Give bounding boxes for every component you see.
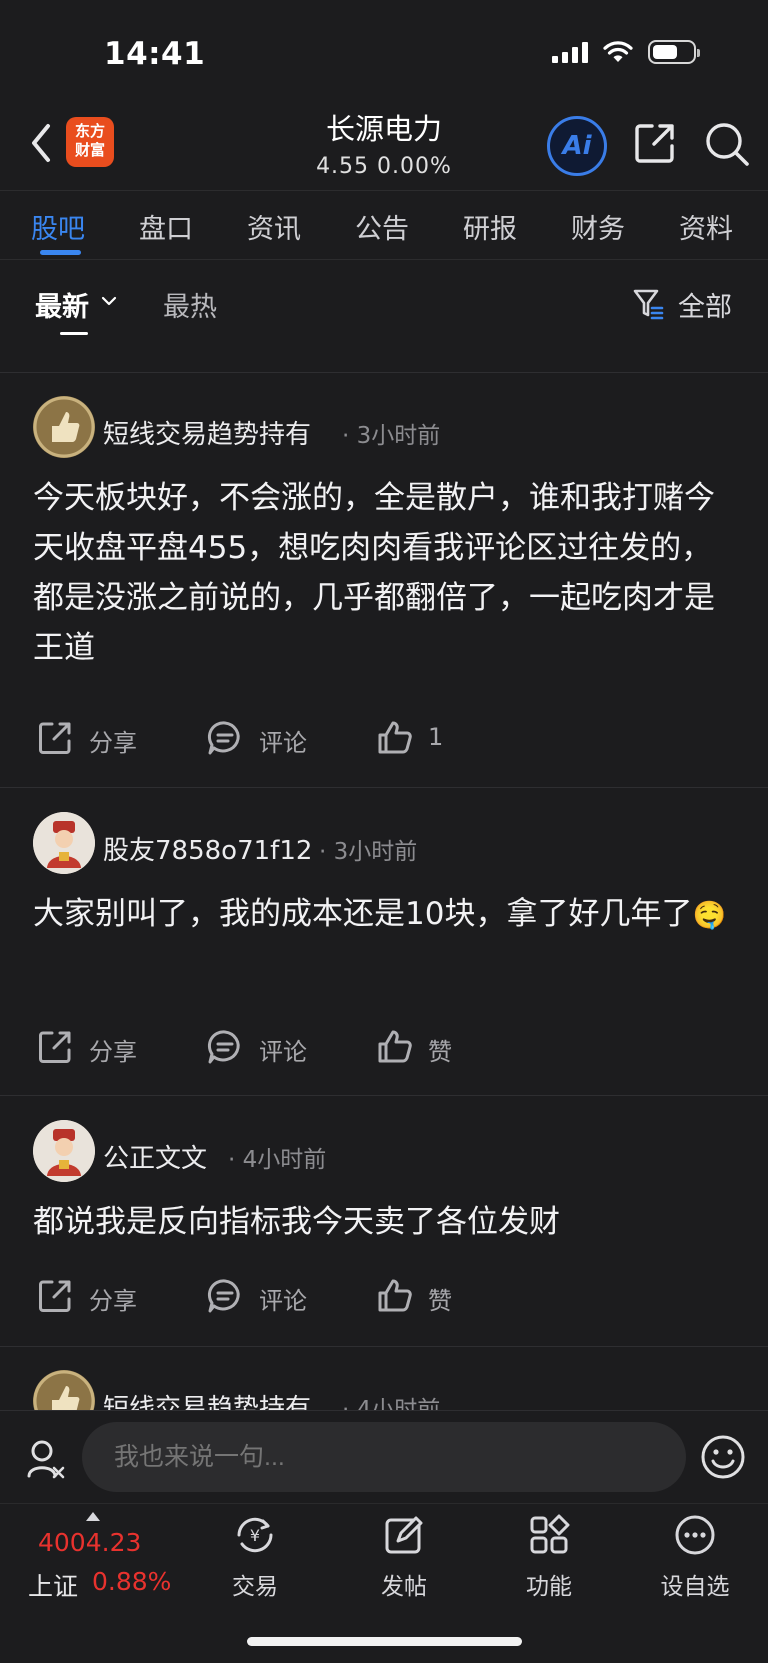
post-time: · 4小时前 bbox=[228, 1147, 327, 1173]
tab-guba[interactable]: 股吧 bbox=[31, 207, 85, 246]
share-button[interactable]: 分享 bbox=[89, 1032, 137, 1067]
caret-up-icon bbox=[86, 1512, 100, 1521]
post-text: 大家别叫了，我的成本还是10块，拿了好几年了 bbox=[33, 896, 693, 932]
chevron-down-icon[interactable] bbox=[100, 294, 118, 308]
drooling-face-emoji: 🤤 bbox=[692, 900, 727, 931]
emoji-icon[interactable] bbox=[700, 1434, 746, 1480]
logo-text-2: 财富 bbox=[74, 141, 105, 159]
comment-icon[interactable] bbox=[206, 1028, 244, 1066]
home-indicator bbox=[247, 1637, 522, 1646]
wifi-icon bbox=[603, 41, 633, 62]
stock-title: 长源电力 bbox=[325, 112, 442, 146]
back-icon[interactable] bbox=[22, 118, 62, 168]
filter-label[interactable]: 全部 bbox=[678, 285, 732, 324]
status-time: 14:41 bbox=[104, 36, 206, 72]
avatar[interactable] bbox=[33, 1120, 95, 1182]
tab-announcements[interactable]: 公告 bbox=[355, 207, 409, 246]
sort-indicator bbox=[60, 332, 88, 335]
tab-research[interactable]: 研报 bbox=[463, 207, 517, 246]
signal-icon bbox=[552, 41, 588, 63]
index-name[interactable]: 上证 bbox=[28, 1567, 78, 1603]
nav-post[interactable]: 发帖 bbox=[349, 1567, 459, 1601]
share-icon[interactable] bbox=[36, 1277, 74, 1315]
like-button[interactable]: 赞 bbox=[428, 1281, 452, 1316]
nav-trade[interactable]: 交易 bbox=[200, 1567, 310, 1601]
grid-apps-icon[interactable] bbox=[527, 1513, 571, 1557]
fortune-god-avatar-icon bbox=[33, 1120, 95, 1182]
divider bbox=[0, 372, 768, 373]
index-value[interactable]: 4004.23 bbox=[38, 1528, 141, 1557]
tab-pankou[interactable]: 盘口 bbox=[139, 207, 193, 246]
search-icon[interactable] bbox=[703, 120, 751, 168]
comment-button[interactable]: 评论 bbox=[259, 1281, 307, 1316]
like-icon[interactable] bbox=[376, 719, 414, 757]
like-count[interactable]: 1 bbox=[428, 723, 443, 751]
divider bbox=[0, 1095, 768, 1096]
tab-news[interactable]: 资讯 bbox=[247, 207, 301, 246]
tab-profile[interactable]: 资料 bbox=[679, 207, 733, 246]
compose-icon[interactable] bbox=[382, 1513, 426, 1557]
like-icon[interactable] bbox=[376, 1028, 414, 1066]
sort-hot[interactable]: 最热 bbox=[163, 285, 217, 324]
avatar[interactable] bbox=[33, 812, 95, 874]
post-author[interactable]: 股友7858o71f12 bbox=[103, 830, 312, 867]
like-button[interactable]: 赞 bbox=[428, 1032, 452, 1067]
post-content[interactable]: 今天板块好，不会涨的，全是散户，谁和我打赌今天收盘平盘455，想吃肉肉看我评论区… bbox=[33, 473, 733, 673]
comment-button[interactable]: 评论 bbox=[259, 1032, 307, 1067]
stock-quote: 4.55 0.00% bbox=[316, 154, 452, 179]
app-logo: 东方 财富 bbox=[66, 117, 114, 167]
thumbs-up-avatar-icon bbox=[33, 396, 95, 458]
share-button[interactable]: 分享 bbox=[89, 723, 137, 758]
comment-icon[interactable] bbox=[206, 1277, 244, 1315]
post-time: · 3小时前 bbox=[342, 423, 441, 449]
like-icon[interactable] bbox=[376, 1277, 414, 1315]
share-button[interactable]: 分享 bbox=[89, 1281, 137, 1316]
filter-icon[interactable] bbox=[632, 286, 664, 320]
share-icon[interactable] bbox=[36, 1028, 74, 1066]
divider bbox=[0, 787, 768, 788]
post-content[interactable]: 都说我是反向指标我今天卖了各位发财 bbox=[33, 1197, 733, 1247]
nav-watchlist[interactable]: 设自选 bbox=[640, 1567, 750, 1601]
more-icon[interactable] bbox=[673, 1513, 717, 1557]
post-time: · 3小时前 bbox=[319, 839, 418, 865]
divider bbox=[0, 1346, 768, 1347]
post-author[interactable]: 公正文文 bbox=[103, 1138, 207, 1175]
trade-icon[interactable]: ¥ bbox=[233, 1513, 277, 1557]
comment-icon[interactable] bbox=[206, 719, 244, 757]
active-tab-indicator bbox=[40, 250, 81, 255]
voice-input-icon[interactable] bbox=[26, 1438, 66, 1480]
status-icons bbox=[552, 40, 700, 64]
battery-icon bbox=[648, 40, 700, 64]
ai-button[interactable]: Ai bbox=[547, 116, 607, 176]
avatar[interactable] bbox=[33, 396, 95, 458]
logo-text-1: 东方 bbox=[74, 122, 105, 140]
nav-functions[interactable]: 功能 bbox=[494, 1567, 604, 1601]
post-author[interactable]: 短线交易趋势持有 bbox=[103, 414, 311, 451]
fortune-god-avatar-icon bbox=[33, 812, 95, 874]
index-change[interactable]: 0.88% bbox=[92, 1567, 171, 1596]
post-time-value: 3小时前 bbox=[333, 839, 418, 865]
comment-button[interactable]: 评论 bbox=[259, 723, 307, 758]
comment-input[interactable] bbox=[82, 1422, 686, 1492]
share-icon[interactable] bbox=[36, 719, 74, 757]
tab-finance[interactable]: 财务 bbox=[571, 207, 625, 246]
share-icon[interactable] bbox=[632, 120, 678, 166]
sort-latest[interactable]: 最新 bbox=[35, 285, 89, 324]
post-time-value: 4小时前 bbox=[242, 1147, 327, 1173]
post-content[interactable]: 大家别叫了，我的成本还是10块，拿了好几年了🤤 bbox=[33, 889, 733, 941]
post-time-value: 3小时前 bbox=[356, 423, 441, 449]
svg-text:¥: ¥ bbox=[250, 1526, 260, 1545]
section-tabs: 股吧 盘口 资讯 公告 研报 财务 资料 bbox=[0, 190, 768, 260]
